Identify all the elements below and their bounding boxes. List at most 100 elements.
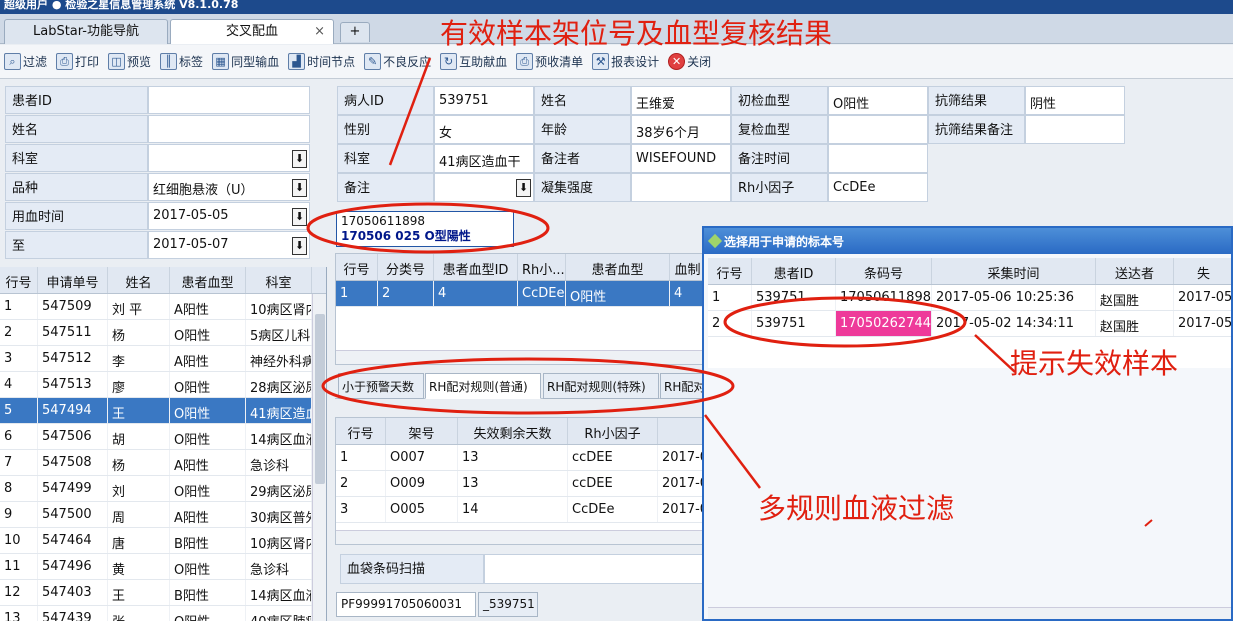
toolbar-button-3[interactable]: ◫ 预览 [108, 53, 151, 70]
patient-field-value[interactable]: 女 [434, 115, 534, 144]
table-row[interactable]: 10 547464 唐 B阳性 10病区肾内 [0, 528, 326, 554]
column-header[interactable]: 行号 [336, 254, 378, 280]
table-row[interactable]: 5 547494 王 O阳性 41病区造血 [0, 398, 326, 424]
bag-barcode-input[interactable] [484, 554, 705, 584]
patient-field-value[interactable] [828, 115, 928, 144]
table-row[interactable]: 2 547511 杨 O阳性 5病区儿科 [0, 320, 326, 346]
add-tab-icon[interactable]: + [340, 22, 370, 42]
tab-close-icon[interactable]: × [314, 20, 325, 44]
table-row[interactable]: 3 O005 14 CcDEe 2017-0 [336, 497, 704, 523]
vertical-scrollbar[interactable] [312, 294, 326, 621]
column-header[interactable]: 行号 [336, 418, 386, 444]
toolbar-button-4[interactable]: ║ 标签 [160, 53, 203, 70]
dropdown-arrow-icon[interactable]: ⬇ [292, 150, 307, 168]
table-row[interactable]: 2 O009 13 ccDEE 2017-0 [336, 471, 704, 497]
table-cell: O阳性 [170, 320, 246, 345]
patient-field-value[interactable]: O阳性 [828, 86, 928, 115]
table-row[interactable]: 3 547512 李 A阳性 神经外科病 [0, 346, 326, 372]
dropdown-arrow-icon[interactable]: ⬇ [292, 208, 307, 226]
table-row[interactable]: 4 547513 廖 O阳性 28病区泌尿 [0, 372, 326, 398]
patient-field-value[interactable]: 王维爱 [631, 86, 731, 115]
filter-value-field[interactable]: 2017-05-07 ⬇ [148, 231, 310, 259]
patient-field-label: 复检血型 [731, 115, 828, 144]
table-row[interactable]: 11 547496 黄 O阳性 急诊科 [0, 554, 326, 580]
toolbar-button-11[interactable]: ✕ 关闭 [668, 53, 711, 70]
toolbar-button-6[interactable]: ▟ 时间节点 [288, 53, 355, 70]
column-header[interactable]: 失 [1174, 258, 1231, 284]
toolbar-button-7[interactable]: ✎ 不良反应 [364, 53, 431, 70]
column-header[interactable] [658, 418, 704, 444]
filter-value-field[interactable]: 2017-05-05 ⬇ [148, 202, 310, 230]
table-cell: 2017-05 [1174, 285, 1231, 310]
toolbar-button-2[interactable]: ⎙ 打印 [56, 53, 99, 70]
patient-field-value[interactable] [631, 173, 731, 202]
patient-field-value[interactable]: ⬇ [434, 173, 534, 202]
table-row[interactable]: 6 547506 胡 O阳性 14病区血液 [0, 424, 326, 450]
column-header[interactable]: 行号 [0, 267, 38, 293]
filter-value-field[interactable] [148, 86, 310, 114]
column-header[interactable]: 科室 [246, 267, 312, 293]
horizontal-scrollbar[interactable] [336, 350, 704, 364]
column-header[interactable]: 申请单号 [38, 267, 108, 293]
column-header[interactable]: 送达者 [1096, 258, 1174, 284]
table-row[interactable]: 7 547508 杨 A阳性 急诊科 [0, 450, 326, 476]
tab-function-navigation[interactable]: LabStar-功能导航 [4, 19, 168, 44]
rule-tab[interactable]: RH配对规则(特殊) [543, 373, 659, 399]
table-row[interactable]: 9 547500 周 A阳性 30病区普外 [0, 502, 326, 528]
patient-field-value[interactable]: 41病区造血干 [434, 144, 534, 173]
toolbar-button-8[interactable]: ↻ 互助献血 [440, 53, 507, 70]
rule-tab[interactable]: RH配对 [660, 373, 704, 399]
column-header[interactable]: 采集时间 [932, 258, 1096, 284]
dropdown-arrow-icon[interactable]: ⬇ [292, 237, 307, 255]
bottom-tab-request[interactable]: PF99991705060031 [336, 592, 476, 617]
table-row[interactable]: 1 O007 13 ccDEE 2017-0 [336, 445, 704, 471]
patient-field-value[interactable]: WISEFOUND [631, 144, 731, 173]
column-header[interactable]: 分类号 [378, 254, 434, 280]
column-header[interactable]: 失效剩余天数 [458, 418, 568, 444]
patient-field-value[interactable] [828, 144, 928, 173]
filter-value-field[interactable] [148, 115, 310, 143]
toolbar-button-10[interactable]: ⚒ 报表设计 [592, 53, 659, 70]
table-row[interactable]: 1 2 4 CcDEe O阳性 4 [336, 281, 704, 307]
horizontal-scrollbar[interactable] [708, 607, 1231, 619]
column-header[interactable]: Rh小... [518, 254, 566, 280]
dropdown-arrow-icon[interactable]: ⬇ [292, 179, 307, 197]
column-header[interactable]: 血制 [670, 254, 704, 280]
table-row[interactable]: 2 539751 17050262744 2017-05-02 14:34:11 赵国胜… [708, 311, 1231, 337]
toolbar-button-5[interactable]: ▦ 同型输血 [212, 53, 279, 70]
table-cell: 41病区造血 [246, 398, 312, 423]
table-row[interactable]: 8 547499 刘 O阳性 29病区泌尿 [0, 476, 326, 502]
patient-field-value[interactable]: 539751 [434, 86, 534, 115]
filter-value-field[interactable]: 红细胞悬液（U） ⬇ [148, 173, 310, 201]
patient-field-value[interactable] [1025, 115, 1125, 144]
grid-body: 1 547509 刘 平 A阳性 10病区肾内 2 547511 杨 O阳性 5病区儿科 3 5475… [0, 294, 326, 621]
column-header[interactable]: Rh小因子 [568, 418, 658, 444]
dropdown-arrow-icon[interactable]: ⬇ [516, 179, 531, 197]
patient-field-value[interactable]: 38岁6个月 [631, 115, 731, 144]
table-row[interactable]: 13547439张O阳性40病区肺癌 [0, 606, 326, 621]
scrollbar-thumb[interactable] [315, 314, 325, 484]
column-header[interactable]: 架号 [386, 418, 458, 444]
table-row[interactable]: 1 547509 刘 平 A阳性 10病区肾内 [0, 294, 326, 320]
column-header[interactable]: 姓名 [108, 267, 170, 293]
column-header[interactable]: 患者血型 [170, 267, 246, 293]
toolbar-button-1[interactable]: ⌕ 过滤 [4, 53, 47, 70]
table-row[interactable]: 1 539751 17050611898 2017-05-06 10:25:36 赵国胜… [708, 285, 1231, 311]
column-header[interactable]: 患者血型 [566, 254, 670, 280]
tab-cross-match[interactable]: 交叉配血 × [170, 19, 334, 44]
rule-tab[interactable]: RH配对规则(普通) [425, 373, 541, 399]
table-cell: 2017-0 [658, 497, 704, 522]
table-cell: 539751 [752, 311, 836, 336]
column-header[interactable]: 条码号 [836, 258, 932, 284]
filter-value-field[interactable]: ⬇ [148, 144, 310, 172]
column-header[interactable]: 患者血型ID [434, 254, 518, 280]
patient-field-value[interactable]: CcDEe [828, 173, 928, 202]
column-header[interactable]: 患者ID [752, 258, 836, 284]
toolbar-button-9[interactable]: ⎙ 预收清单 [516, 53, 583, 70]
table-row[interactable]: 12 547403 王 B阳性 14病区血液 [0, 580, 326, 606]
bottom-tab-patient[interactable]: _539751 [478, 592, 538, 617]
column-header[interactable]: 行号 [708, 258, 752, 284]
horizontal-scrollbar[interactable] [336, 530, 704, 544]
patient-field-value[interactable]: 阴性 [1025, 86, 1125, 115]
rule-tab[interactable]: 小于预警天数 [338, 373, 424, 399]
